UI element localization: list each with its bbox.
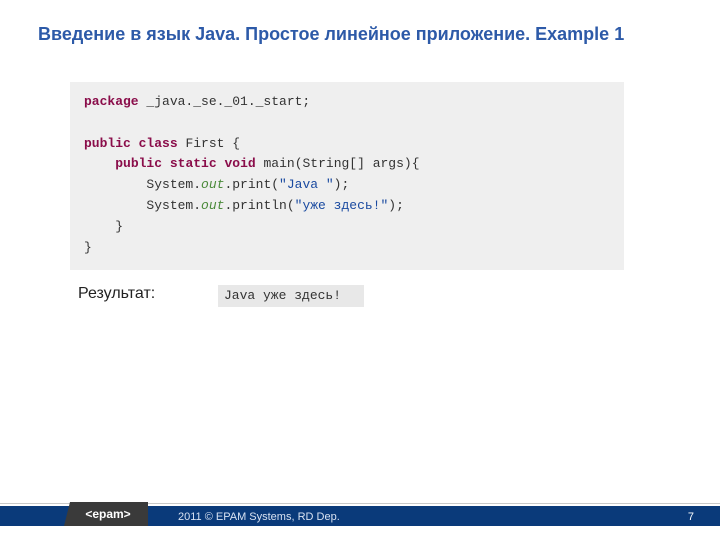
string-literal: "Java " bbox=[279, 177, 334, 192]
keyword-public: public bbox=[84, 136, 131, 151]
footer-copyright: 2011 © EPAM Systems, RD Dep. bbox=[178, 511, 340, 523]
string-literal: "уже здесь!" bbox=[295, 198, 389, 213]
result-output: Java уже здесь! bbox=[218, 285, 364, 307]
code-text: .print( bbox=[224, 177, 279, 192]
code-text: ); bbox=[334, 177, 350, 192]
code-brace: } bbox=[84, 219, 123, 234]
package-name: _java._se._01._start; bbox=[139, 94, 311, 109]
code-block: package _java._se._01._start; public cla… bbox=[70, 82, 624, 270]
slide-title: Введение в язык Java. Простое линейное п… bbox=[38, 24, 624, 45]
code-text: System. bbox=[84, 177, 201, 192]
code-brace: } bbox=[84, 240, 92, 255]
page-number: 7 bbox=[688, 511, 694, 523]
epam-logo: <epam> bbox=[64, 502, 148, 526]
field-out: out bbox=[201, 198, 224, 213]
code-text: .println( bbox=[224, 198, 294, 213]
class-name: First { bbox=[178, 136, 240, 151]
field-out: out bbox=[201, 177, 224, 192]
keyword-void: void bbox=[224, 156, 255, 171]
keyword-public: public bbox=[115, 156, 162, 171]
method-sig: main(String[] args){ bbox=[256, 156, 420, 171]
result-label: Результат: bbox=[78, 285, 155, 303]
keyword-class: class bbox=[139, 136, 178, 151]
keyword-package: package bbox=[84, 94, 139, 109]
code-text: ); bbox=[388, 198, 404, 213]
keyword-static: static bbox=[170, 156, 217, 171]
code-text: System. bbox=[84, 198, 201, 213]
logo-text: <epam> bbox=[85, 507, 130, 521]
